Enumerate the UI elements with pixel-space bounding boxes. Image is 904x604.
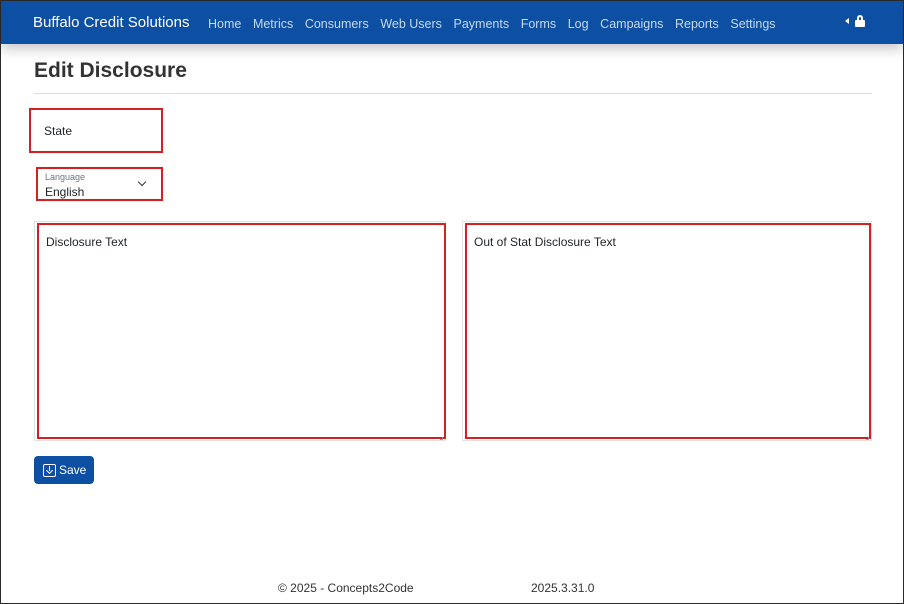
nav-link-payments[interactable]: Payments xyxy=(454,17,510,31)
state-input[interactable] xyxy=(31,110,161,151)
resize-handle-icon[interactable] xyxy=(866,437,869,440)
user-menu-toggle[interactable] xyxy=(845,15,865,27)
top-navbar: Buffalo Credit Solutions Home Metrics Co… xyxy=(1,1,903,44)
nav-link-consumers[interactable]: Consumers xyxy=(305,17,369,31)
nav-link-campaigns[interactable]: Campaigns xyxy=(600,17,663,31)
nav-link-web-users[interactable]: Web Users xyxy=(380,17,442,31)
chevron-down-icon xyxy=(137,177,147,187)
nav-link-reports[interactable]: Reports xyxy=(675,17,719,31)
language-selected-value: English xyxy=(45,185,85,199)
save-button[interactable]: Save xyxy=(34,456,94,484)
nav-link-metrics[interactable]: Metrics xyxy=(253,17,293,31)
disclosure-text-input[interactable] xyxy=(39,225,444,437)
nav-link-settings[interactable]: Settings xyxy=(730,17,775,31)
lock-icon xyxy=(855,15,865,27)
brand-link[interactable]: Buffalo Credit Solutions xyxy=(33,14,189,31)
save-button-label: Save xyxy=(59,463,87,477)
title-divider xyxy=(34,93,872,94)
out-of-state-disclosure-input[interactable] xyxy=(467,225,869,437)
resize-handle-icon[interactable] xyxy=(440,437,443,440)
download-save-icon xyxy=(43,463,56,477)
page-title: Edit Disclosure xyxy=(34,59,187,82)
state-field-wrapper xyxy=(29,108,163,153)
out-of-state-text-wrapper xyxy=(462,221,872,441)
disclosure-text-wrapper xyxy=(34,221,446,441)
footer-version: 2025.3.31.0 xyxy=(531,581,595,595)
caret-left-icon xyxy=(845,18,849,24)
nav-links: Home Metrics Consumers Web Users Payment… xyxy=(208,17,787,31)
nav-link-home[interactable]: Home xyxy=(208,17,241,31)
language-select[interactable]: Language English xyxy=(36,167,163,201)
nav-link-forms[interactable]: Forms xyxy=(521,17,556,31)
nav-link-log[interactable]: Log xyxy=(568,17,589,31)
language-label: Language xyxy=(45,172,86,182)
footer-copyright: © 2025 - Concepts2Code xyxy=(278,581,414,595)
